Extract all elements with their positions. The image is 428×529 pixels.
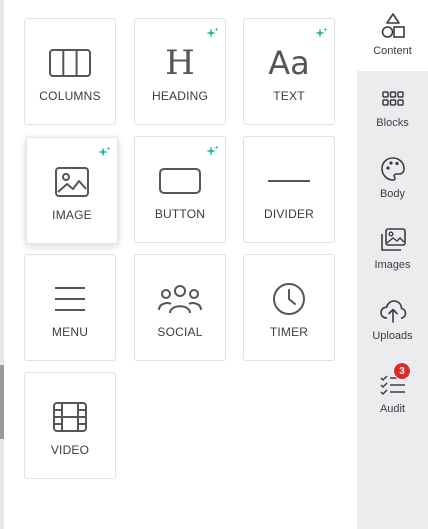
- sidebar-item-label: Content: [373, 45, 412, 57]
- image-icon: [50, 160, 94, 204]
- block-label: SOCIAL: [157, 325, 203, 339]
- block-menu[interactable]: MENU: [24, 254, 116, 361]
- ai-sparkle-icon: [206, 145, 219, 156]
- sidebar-item-blocks[interactable]: Blocks: [357, 72, 428, 143]
- heading-icon: H: [165, 43, 195, 83]
- block-label: BUTTON: [154, 207, 206, 221]
- sidebar-nav: Content Blocks Body Images Uploads Audit: [357, 0, 428, 529]
- block-social[interactable]: SOCIAL: [134, 254, 226, 361]
- block-image[interactable]: IMAGE: [26, 137, 118, 244]
- block-label: HEADING: [151, 89, 209, 103]
- block-text[interactable]: Aa TEXT: [243, 18, 335, 125]
- button-icon: [158, 159, 202, 203]
- shapes-icon: [381, 13, 405, 38]
- block-label: DIVIDER: [263, 207, 315, 221]
- columns-icon: [48, 41, 92, 85]
- sidebar-item-label: Blocks: [376, 117, 409, 129]
- block-label: COLUMNS: [39, 89, 101, 103]
- ai-sparkle-icon: [315, 27, 328, 38]
- block-button[interactable]: BUTTON: [134, 136, 226, 243]
- block-label: TEXT: [273, 89, 305, 103]
- divider-icon: [267, 159, 311, 203]
- sidebar-item-content[interactable]: Content: [357, 0, 428, 71]
- ai-sparkle-icon: [98, 146, 111, 157]
- social-icon: [158, 277, 202, 321]
- sidebar-item-label: Uploads: [372, 330, 413, 342]
- block-label: MENU: [51, 325, 89, 339]
- block-columns[interactable]: COLUMNS: [24, 18, 116, 125]
- block-divider[interactable]: DIVIDER: [243, 136, 335, 243]
- images-icon: [380, 228, 406, 251]
- block-heading[interactable]: H HEADING: [134, 18, 226, 125]
- sidebar-item-images[interactable]: Images: [357, 214, 428, 285]
- content-panel: COLUMNS H HEADING Aa TEXT IMAGE BUTTON D…: [4, 0, 357, 529]
- sidebar-item-label: Audit: [379, 403, 406, 415]
- sidebar-item-uploads[interactable]: Uploads: [357, 285, 428, 356]
- sidebar-item-label: Body: [379, 188, 406, 200]
- timer-icon: [267, 277, 311, 321]
- block-timer[interactable]: TIMER: [243, 254, 335, 361]
- ai-sparkle-icon: [206, 27, 219, 38]
- block-video[interactable]: VIDEO: [24, 372, 116, 479]
- grid-dots-icon: [381, 91, 404, 106]
- block-label: IMAGE: [52, 208, 92, 222]
- sidebar-item-body[interactable]: Body: [357, 143, 428, 214]
- menu-icon: [48, 277, 92, 321]
- cloud-upload-icon: [379, 300, 406, 323]
- text-icon: Aa: [268, 44, 310, 82]
- audit-count-badge: 3: [393, 362, 411, 380]
- video-icon: [48, 395, 92, 439]
- block-label: TIMER: [269, 325, 309, 339]
- palette-icon: [380, 157, 405, 181]
- block-label: VIDEO: [50, 443, 90, 457]
- sidebar-item-label: Images: [374, 259, 411, 271]
